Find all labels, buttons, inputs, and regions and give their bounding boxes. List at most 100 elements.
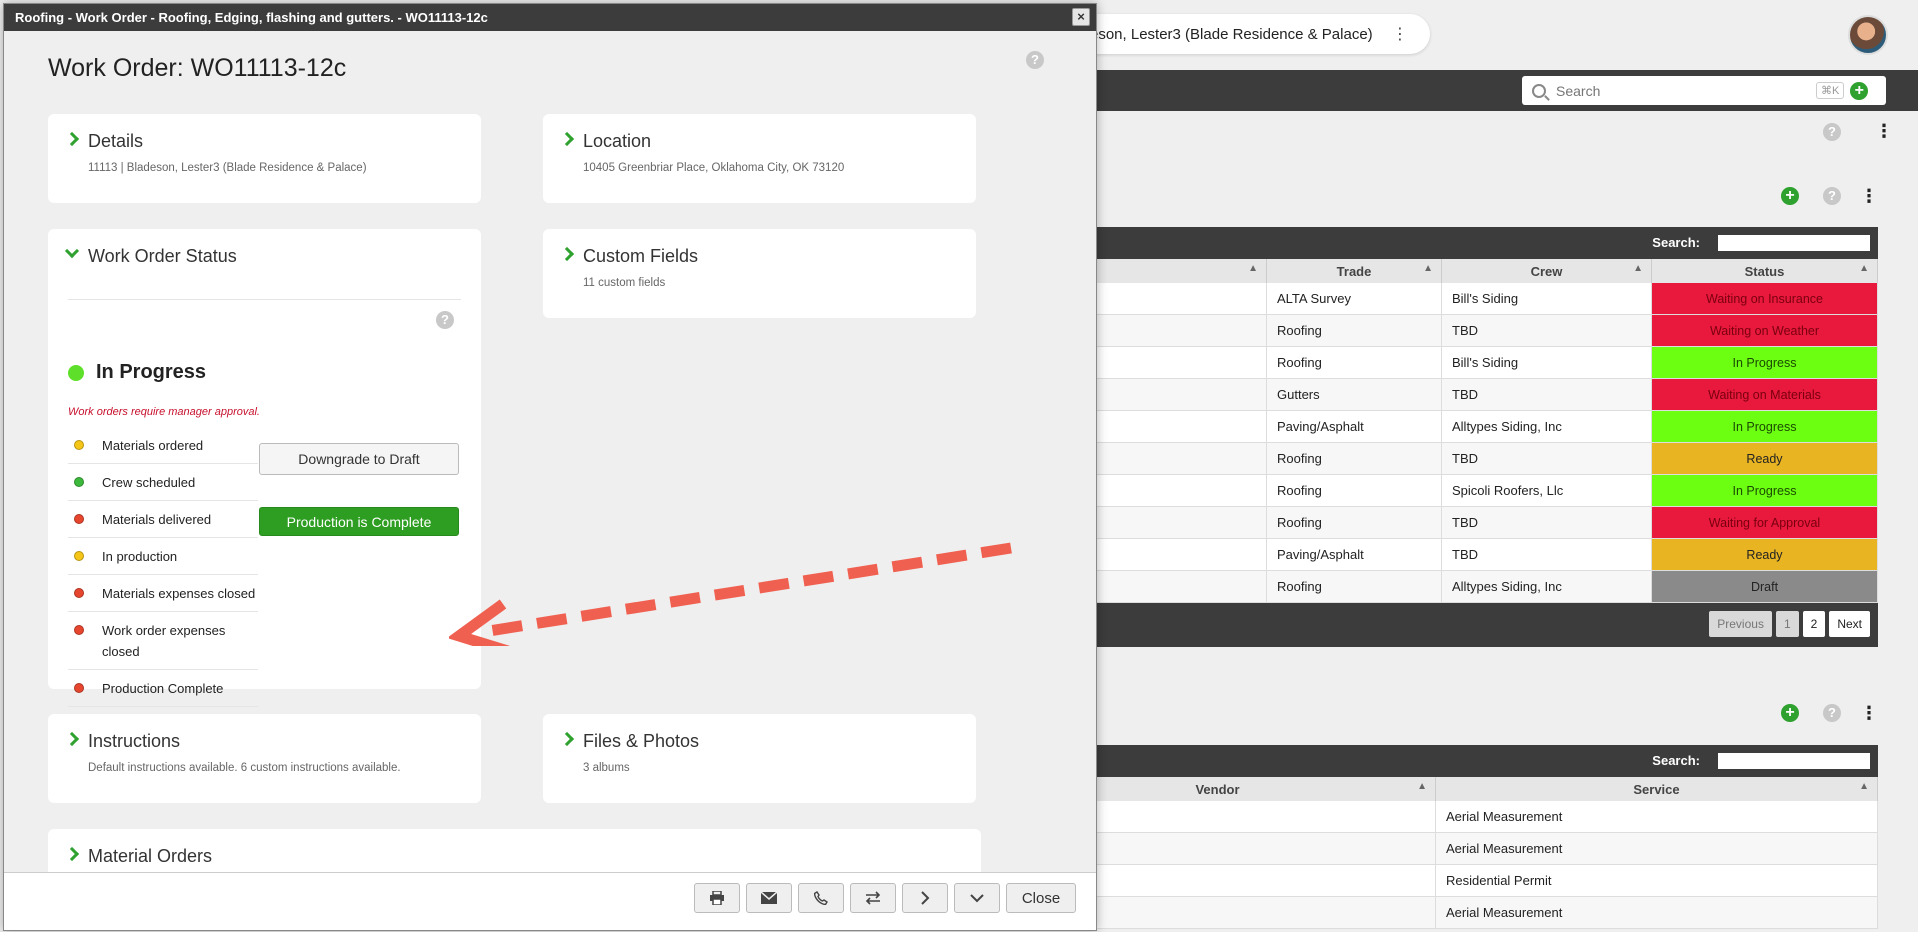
material-orders-card[interactable]: Material Orders [48, 829, 981, 874]
files-photos-card[interactable]: Files & Photos 3 albums [543, 714, 976, 803]
custom-fields-title: Custom Fields [583, 246, 699, 266]
instructions-summary: Default instructions available. 6 custom… [88, 762, 401, 774]
cell-service: Aerial Measurement [1436, 897, 1878, 928]
chevron-down-icon[interactable] [67, 247, 77, 261]
global-search-input[interactable] [1556, 82, 1806, 99]
custom-fields-card[interactable]: Custom Fields 11 custom fields [543, 229, 976, 318]
production-complete-button[interactable]: Production is Complete [259, 507, 459, 536]
table-row[interactable]: Roofing Bill's Siding In Progress [1000, 347, 1878, 379]
work-order-modal: Roofing - Work Order - Roofing, Edging, … [3, 3, 1097, 931]
next-button[interactable] [902, 883, 948, 913]
print-button[interactable] [694, 883, 740, 913]
table-row[interactable]: Roofing TBD Ready [1000, 443, 1878, 475]
grid-search-label: Search: [1652, 235, 1700, 250]
page-help-icon[interactable]: ? [1823, 123, 1841, 141]
status-card-title[interactable]: Work Order Status [88, 246, 237, 267]
cell-trade: Paving/Asphalt [1267, 411, 1442, 442]
vendors-add-icon[interactable]: + [1781, 704, 1799, 722]
chevron-right-icon [921, 891, 930, 905]
modal-titlebar[interactable]: Roofing - Work Order - Roofing, Edging, … [4, 4, 1096, 31]
transfer-button[interactable] [850, 883, 896, 913]
status-help-icon[interactable]: ? [436, 311, 454, 329]
checklist-item: Materials delivered [68, 501, 258, 538]
checklist-item-label: Materials expenses closed [102, 586, 256, 601]
table-row[interactable]: Roofing TBD Waiting on Weather [1000, 315, 1878, 347]
status-badge: Waiting on Materials [1652, 379, 1878, 410]
modal-close-icon[interactable]: × [1072, 8, 1090, 26]
global-search[interactable]: ⌘K + [1522, 76, 1886, 105]
status-dot-icon [74, 588, 84, 598]
vendor-grid: Search: Vendor ▲ Service ▲ Aerial Measurem… [1000, 745, 1878, 929]
status-badge: Waiting for Approval [1652, 507, 1878, 538]
status-badge: In Progress [1652, 475, 1878, 506]
modal-footer: Close [4, 872, 1096, 930]
divider [68, 299, 461, 300]
chevron-right-icon [562, 247, 572, 261]
page-more-icon[interactable]: ⋮ [1875, 122, 1893, 140]
details-card[interactable]: Details 11113 | Bladeson, Lester3 (Blade… [48, 114, 481, 203]
status-badge: In Progress [1652, 347, 1878, 378]
table-row[interactable]: Aerial Measurement [1000, 897, 1878, 929]
cell-crew: Alltypes Siding, Inc [1442, 571, 1652, 602]
table-row[interactable]: Roofing TBD Waiting for Approval [1000, 507, 1878, 539]
grid-search-input[interactable] [1718, 235, 1870, 251]
breadcrumb-more-icon[interactable]: ⋮ [1392, 24, 1408, 44]
pager-page-2[interactable]: 2 [1802, 611, 1826, 637]
cell-trade: Roofing [1267, 347, 1442, 378]
breadcrumb-text: eson, Lester3 (Blade Residence & Palace) [1090, 25, 1373, 43]
cell-service: Aerial Measurement [1436, 801, 1878, 832]
more-actions-button[interactable] [954, 883, 1000, 913]
instructions-card[interactable]: Instructions Default instructions availa… [48, 714, 481, 803]
grid-body: ALTA Survey Bill's Siding Waiting on Insur… [1000, 283, 1878, 603]
status-badge: Waiting on Weather [1652, 315, 1878, 346]
work-orders-grid: Search: ▲ Trade ▲ Crew ▲ Status ▲ ALTA Surv… [1000, 227, 1878, 647]
pager-previous[interactable]: Previous [1709, 611, 1772, 637]
vendors-more-icon[interactable]: ⋮ [1860, 704, 1878, 722]
current-status: In Progress [68, 361, 206, 384]
vendor-grid-header: Vendor ▲ Service ▲ [1000, 777, 1878, 801]
vendors-help-icon[interactable]: ? [1823, 704, 1841, 722]
table-row[interactable]: Roofing Alltypes Siding, Inc Draft [1000, 571, 1878, 603]
status-dot-icon [74, 551, 84, 561]
table-row[interactable]: Aerial Measurement [1000, 833, 1878, 865]
table-row[interactable]: ALTA Survey Bill's Siding Waiting on Insur… [1000, 283, 1878, 315]
vendor-grid-search-input[interactable] [1718, 753, 1870, 769]
current-status-label: In Progress [96, 361, 207, 383]
table-row[interactable]: Roofing Spicoli Roofers, Llc In Progress [1000, 475, 1878, 507]
email-button[interactable] [746, 883, 792, 913]
table-row[interactable]: Residential Permit [1000, 865, 1878, 897]
table-row[interactable]: Aerial Measurement [1000, 801, 1878, 833]
work-orders-more-icon[interactable]: ⋮ [1860, 187, 1878, 205]
checklist-item: In production [68, 538, 258, 575]
phone-icon [814, 891, 828, 905]
modal-body: Work Order: WO11113-12c ? Details 11113 … [4, 31, 1096, 874]
work-orders-add-icon[interactable]: + [1781, 187, 1799, 205]
column-header-crew[interactable]: Crew ▲ [1442, 259, 1652, 283]
downgrade-to-draft-button[interactable]: Downgrade to Draft [259, 443, 459, 475]
chevron-right-icon [67, 847, 77, 861]
pager-next[interactable]: Next [1829, 611, 1870, 637]
user-avatar[interactable] [1848, 15, 1888, 55]
quick-add-icon[interactable]: + [1850, 81, 1869, 100]
status-dot-icon [74, 625, 84, 635]
table-row[interactable]: Paving/Asphalt TBD Ready [1000, 539, 1878, 571]
table-row[interactable]: Paving/Asphalt Alltypes Siding, Inc In Pro… [1000, 411, 1878, 443]
table-row[interactable]: Gutters TBD Waiting on Materials [1000, 379, 1878, 411]
close-button[interactable]: Close [1006, 883, 1076, 913]
cell-crew: TBD [1442, 379, 1652, 410]
call-button[interactable] [798, 883, 844, 913]
column-header-service[interactable]: Service ▲ [1436, 777, 1878, 801]
status-badge: In Progress [1652, 411, 1878, 442]
location-card[interactable]: Location 10405 Greenbriar Place, Oklahom… [543, 114, 976, 203]
cell-trade: Roofing [1267, 507, 1442, 538]
vendor-grid-body: Aerial Measurement Aerial Measurement Resi… [1000, 801, 1878, 929]
work-orders-help-icon[interactable]: ? [1823, 187, 1841, 205]
column-header-status[interactable]: Status ▲ [1652, 259, 1878, 283]
checklist-item: Materials ordered [68, 427, 258, 464]
cell-trade: Roofing [1267, 315, 1442, 346]
column-header-trade[interactable]: Trade ▲ [1267, 259, 1442, 283]
modal-help-icon[interactable]: ? [1026, 51, 1044, 69]
chevron-right-icon [67, 132, 77, 146]
cell-trade: Roofing [1267, 443, 1442, 474]
pager-page-1[interactable]: 1 [1775, 611, 1799, 637]
